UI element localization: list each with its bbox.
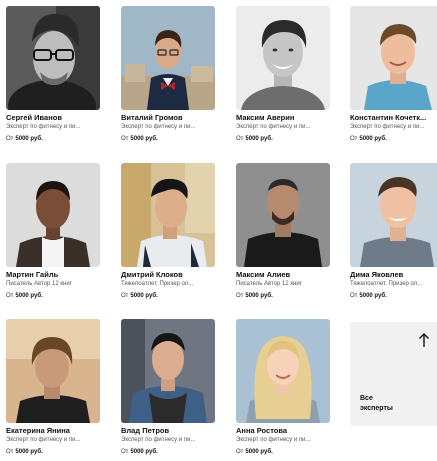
- price-amount: 5000 руб.: [130, 449, 158, 455]
- price-prefix: От: [6, 136, 14, 142]
- expert-price: От 5000 руб.: [350, 135, 437, 143]
- expert-photo[interactable]: [350, 6, 437, 110]
- expert-photo-image: [121, 163, 215, 267]
- expert-price: От 5000 руб.: [236, 135, 330, 143]
- price-prefix: От: [6, 449, 14, 455]
- expert-name[interactable]: Екатерина Янина: [6, 426, 100, 435]
- expert-card[interactable]: Дмитрий Клоков Тяжелоатлет, Призер ол...…: [121, 163, 215, 311]
- price-amount: 5000 руб.: [245, 136, 273, 142]
- expert-description: Эксперт по фитнесу и пи...: [236, 124, 311, 130]
- arrow-up-icon: [419, 333, 429, 347]
- expert-card[interactable]: Влад Петров Эксперт по фитнесу и пи... О…: [121, 319, 215, 461]
- price-amount: 5000 руб.: [245, 449, 273, 455]
- expert-card[interactable]: Дима Яковлев Тяжелоатлет, Призер ол... О…: [350, 163, 437, 311]
- expert-photo-image: [6, 163, 100, 267]
- price-amount: 5000 руб.: [15, 449, 43, 455]
- expert-photo[interactable]: [121, 319, 215, 423]
- expert-name[interactable]: Дима Яковлев: [350, 270, 437, 279]
- expert-card[interactable]: Константин Кочетк... Эксперт по фитнесу …: [350, 6, 437, 154]
- expert-name[interactable]: Дмитрий Клоков: [121, 270, 215, 279]
- price-prefix: От: [121, 136, 129, 142]
- expert-photo[interactable]: [236, 6, 330, 110]
- price-amount: 5000 руб.: [130, 136, 158, 142]
- price-prefix: От: [236, 136, 244, 142]
- expert-price: От 5000 руб.: [350, 292, 437, 300]
- expert-photo-image: [236, 319, 330, 423]
- expert-photo-image: [350, 163, 437, 267]
- expert-card[interactable]: Виталий Громов Эксперт по фитнесу и пи..…: [121, 6, 215, 154]
- expert-description: Эксперт по фитнесу и пи...: [6, 437, 81, 443]
- price-prefix: От: [350, 293, 358, 299]
- expert-photo-image: [236, 6, 330, 110]
- expert-description: Тяжелоатлет, Призер ол...: [350, 281, 423, 287]
- expert-card[interactable]: Мартин Гайль Писатель Автор 12 книг От 50…: [6, 163, 100, 311]
- expert-photo-image: [121, 6, 215, 110]
- expert-card[interactable]: Сергей Иванов Эксперт по фитнесу и пи...…: [6, 6, 100, 154]
- expert-name[interactable]: Мартин Гайль: [6, 270, 100, 279]
- expert-description: Эксперт по фитнесу и пи...: [350, 124, 425, 130]
- expert-photo-image: [121, 319, 215, 423]
- expert-name[interactable]: Максим Аверин: [236, 113, 330, 122]
- expert-description: Эксперт по фитнесу и пи...: [236, 437, 311, 443]
- expert-price: От 5000 руб.: [236, 448, 330, 456]
- expert-description: Писатель Автор 12 книг: [6, 281, 72, 287]
- expert-name[interactable]: Виталий Громов: [121, 113, 215, 122]
- all-experts-button[interactable]: Все эксперты: [350, 322, 437, 426]
- expert-photo[interactable]: [6, 6, 100, 110]
- expert-card[interactable]: Анна Ростова Эксперт по фитнесу и пи... …: [236, 319, 330, 461]
- price-amount: 5000 руб.: [15, 293, 43, 299]
- expert-photo[interactable]: [6, 319, 100, 423]
- price-prefix: От: [6, 293, 14, 299]
- expert-photo-image: [236, 163, 330, 267]
- expert-photo[interactable]: [236, 319, 330, 423]
- expert-price: От 5000 руб.: [6, 135, 100, 143]
- expert-price: От 5000 руб.: [121, 448, 215, 456]
- expert-photo-image: [350, 6, 437, 110]
- all-experts-label-line2: эксперты: [360, 405, 393, 412]
- expert-price: От 5000 руб.: [236, 292, 330, 300]
- expert-description: Эксперт по фитнесу и пи...: [121, 437, 196, 443]
- expert-card[interactable]: Максим Аверин Эксперт по фитнесу и пи...…: [236, 6, 330, 154]
- expert-photo[interactable]: [121, 163, 215, 267]
- expert-description: Эксперт по фитнесу и пи...: [6, 124, 81, 130]
- expert-photo[interactable]: [350, 163, 437, 267]
- price-amount: 5000 руб.: [245, 293, 273, 299]
- expert-name[interactable]: Сергей Иванов: [6, 113, 100, 122]
- expert-photo[interactable]: [236, 163, 330, 267]
- expert-card[interactable]: Екатерина Янина Эксперт по фитнесу и пи.…: [6, 319, 100, 461]
- price-amount: 5000 руб.: [130, 293, 158, 299]
- price-prefix: От: [350, 136, 358, 142]
- price-amount: 5000 руб.: [359, 293, 387, 299]
- expert-photo[interactable]: [121, 6, 215, 110]
- expert-price: От 5000 руб.: [121, 292, 215, 300]
- expert-name[interactable]: Анна Ростова: [236, 426, 330, 435]
- expert-name[interactable]: Влад Петров: [121, 426, 215, 435]
- expert-price: От 5000 руб.: [121, 135, 215, 143]
- expert-description: Тяжелоатлет, Призер ол...: [121, 281, 194, 287]
- expert-description: Писатель Автор 12 книг: [236, 281, 302, 287]
- all-experts-label: Все эксперты: [360, 394, 420, 414]
- price-prefix: От: [236, 449, 244, 455]
- expert-name[interactable]: Константин Кочетк...: [350, 113, 437, 122]
- price-amount: 5000 руб.: [15, 136, 43, 142]
- price-prefix: От: [121, 449, 129, 455]
- expert-name[interactable]: Максим Алиев: [236, 270, 330, 279]
- price-amount: 5000 руб.: [359, 136, 387, 142]
- expert-photo-image: [6, 6, 100, 110]
- expert-card[interactable]: Максим Алиев Писатель Автор 12 книг От 50…: [236, 163, 330, 311]
- expert-photo[interactable]: [6, 163, 100, 267]
- expert-price: От 5000 руб.: [6, 292, 100, 300]
- all-experts-label-line1: Все: [360, 395, 373, 402]
- expert-price: От 5000 руб.: [6, 448, 100, 456]
- expert-description: Эксперт по фитнесу и пи...: [121, 124, 196, 130]
- price-prefix: От: [121, 293, 129, 299]
- expert-photo-image: [6, 319, 100, 423]
- price-prefix: От: [236, 293, 244, 299]
